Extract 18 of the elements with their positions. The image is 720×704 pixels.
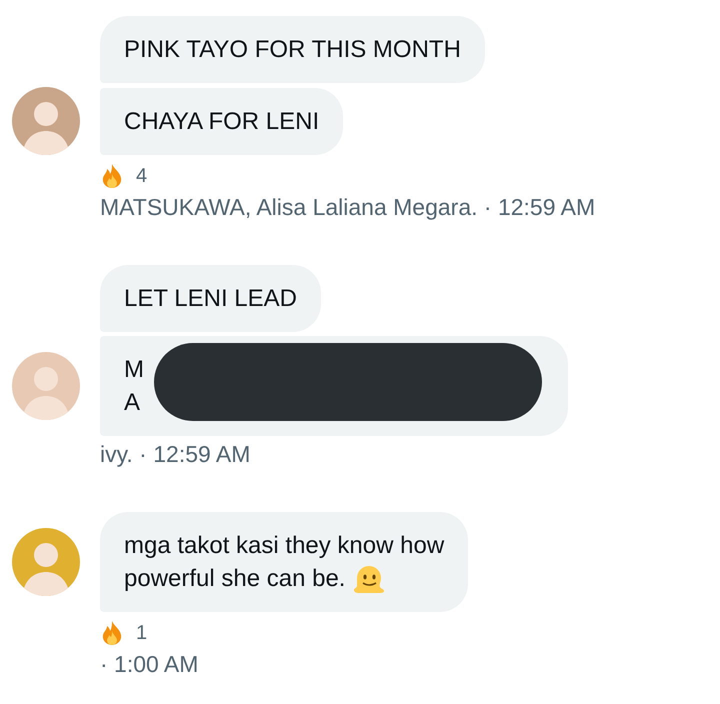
message-meta: · 1:00 AM bbox=[100, 651, 200, 678]
message-text: powerful she can be. bbox=[124, 562, 444, 595]
message-text: M bbox=[124, 355, 145, 385]
message-meta: ivy. · 12:59 AM bbox=[100, 441, 252, 468]
message-text: mga takot kasi they know how bbox=[124, 531, 444, 561]
message-text: PINK TAYO FOR THIS MONTH bbox=[124, 35, 461, 65]
message-text: A bbox=[124, 388, 142, 418]
reaction-count: 1 bbox=[136, 622, 148, 644]
melting-face-icon bbox=[353, 564, 386, 594]
avatar[interactable] bbox=[12, 528, 80, 596]
reaction-count: 4 bbox=[136, 164, 148, 188]
avatar[interactable] bbox=[12, 87, 80, 155]
message-text: CHAYA FOR LENI bbox=[124, 106, 320, 136]
avatar[interactable] bbox=[12, 352, 80, 420]
fire-icon bbox=[100, 620, 124, 646]
message-meta: MATSUKAWA, Alisa Laliana Megara. · 12:59 AM bbox=[100, 194, 596, 221]
message-text: LET LENI LEAD bbox=[124, 284, 297, 314]
fire-icon bbox=[100, 163, 124, 189]
